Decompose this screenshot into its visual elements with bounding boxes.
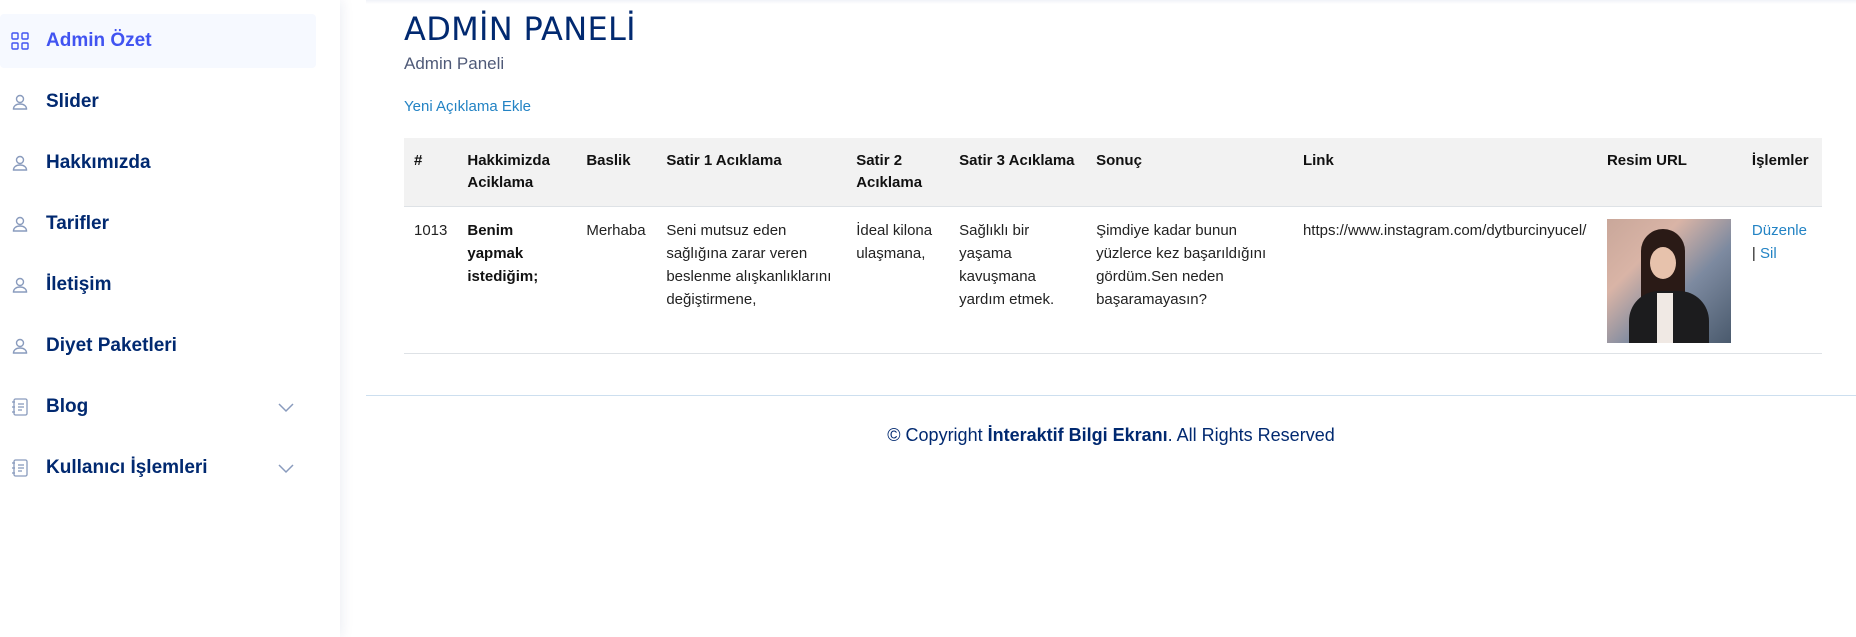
cell-baslik: Merhaba [576, 206, 657, 354]
sidebar-item-blog[interactable]: Blog [0, 380, 316, 434]
sidebar-item-kullanici-islemleri[interactable]: Kullanıcı İşlemleri [0, 441, 316, 495]
cell-id: 1013 [404, 206, 458, 354]
table-row: 1013 Benim yapmak istediğim; Merhaba Sen… [404, 206, 1822, 354]
column-header: Baslik [576, 138, 657, 207]
column-header: Satir 2 Acıklama [846, 138, 950, 207]
column-header: Satir 1 Acıklama [656, 138, 847, 207]
copyright-prefix: © Copyright [887, 425, 988, 445]
table-header-row: # Hakkimizda Aciklama Baslik Satir 1 Acı… [404, 138, 1822, 207]
sidebar-item-label: Slider [46, 91, 99, 112]
sidebar-item-label: Kullanıcı İşlemleri [46, 457, 208, 478]
top-divider [366, 0, 1856, 4]
column-header: Hakkimizda Aciklama [457, 138, 577, 207]
person-icon [10, 336, 30, 356]
column-header: Sonuç [1086, 138, 1293, 207]
sidebar-item-label: Diyet Paketleri [46, 335, 177, 356]
copyright-brand: İnteraktif Bilgi Ekranı [987, 425, 1168, 445]
action-separator: | [1751, 245, 1756, 262]
column-header: Link [1292, 138, 1597, 207]
sidebar-item-hakkimizda[interactable]: Hakkımızda [0, 136, 316, 190]
sidebar-item-iletisim[interactable]: İletişim [0, 258, 316, 312]
sidebar: Admin Özet Slider Hakkımızda Tarifler İl… [0, 0, 340, 637]
copyright-suffix: . All Rights Reserved [1167, 425, 1335, 445]
breadcrumb: Admin Paneli [404, 54, 505, 73]
page-title: ADMİN PANELİ [404, 10, 636, 48]
person-icon [10, 214, 30, 234]
cell-actions: Düzenle | Sil [1741, 206, 1822, 354]
footer: © Copyright İnteraktif Bilgi Ekranı. All… [366, 425, 1856, 446]
grid-icon [10, 31, 30, 51]
edit-link[interactable]: Düzenle [1752, 222, 1807, 239]
main-content: ADMİN PANELİ Admin Paneli Yeni Açıklama … [366, 0, 1856, 637]
cell-link: https://www.instagram.com/dytburcinyucel… [1292, 206, 1597, 354]
cell-satir2: İdeal kilona ulaşmana, [846, 206, 950, 354]
cell-aciklama: Benim yapmak istediğim; [457, 206, 577, 354]
sidebar-item-label: Blog [46, 396, 89, 417]
sidebar-item-slider[interactable]: Slider [0, 75, 316, 129]
sidebar-item-diyet-paketleri[interactable]: Diyet Paketleri [0, 319, 316, 373]
person-icon [10, 153, 30, 173]
column-header: # [404, 138, 458, 207]
delete-link[interactable]: Sil [1760, 245, 1777, 262]
sidebar-item-admin-ozet[interactable]: Admin Özet [0, 14, 316, 68]
chevron-down-icon[interactable] [276, 397, 296, 417]
person-icon [10, 92, 30, 112]
person-icon [10, 275, 30, 295]
column-header: Satir 3 Acıklama [949, 138, 1087, 207]
sidebar-item-label: Admin Özet [46, 30, 152, 51]
sidebar-item-label: İletişim [46, 274, 112, 295]
cell-satir3: Sağlıklı bir yaşama kavuşmana yardım etm… [949, 206, 1087, 354]
descriptions-table: # Hakkimizda Aciklama Baslik Satir 1 Acı… [404, 138, 1822, 354]
cell-satir1: Seni mutsuz eden sağlığına zarar veren b… [656, 206, 847, 354]
sidebar-item-tarifler[interactable]: Tarifler [0, 197, 316, 251]
cell-sonuc: Şimdiye kadar bunun yüzlerce kez başarıl… [1086, 206, 1293, 354]
chevron-down-icon[interactable] [276, 458, 296, 478]
sidebar-item-label: Tarifler [46, 213, 110, 234]
add-description-link[interactable]: Yeni Açıklama Ekle [404, 98, 531, 115]
cell-image [1596, 206, 1742, 354]
journal-icon [10, 397, 30, 417]
footer-divider [366, 395, 1856, 396]
column-header: Resim URL [1596, 138, 1742, 207]
journal-icon [10, 458, 30, 478]
column-header: İşlemler [1741, 138, 1822, 207]
profile-photo [1606, 219, 1731, 343]
sidebar-item-label: Hakkımızda [46, 152, 151, 173]
